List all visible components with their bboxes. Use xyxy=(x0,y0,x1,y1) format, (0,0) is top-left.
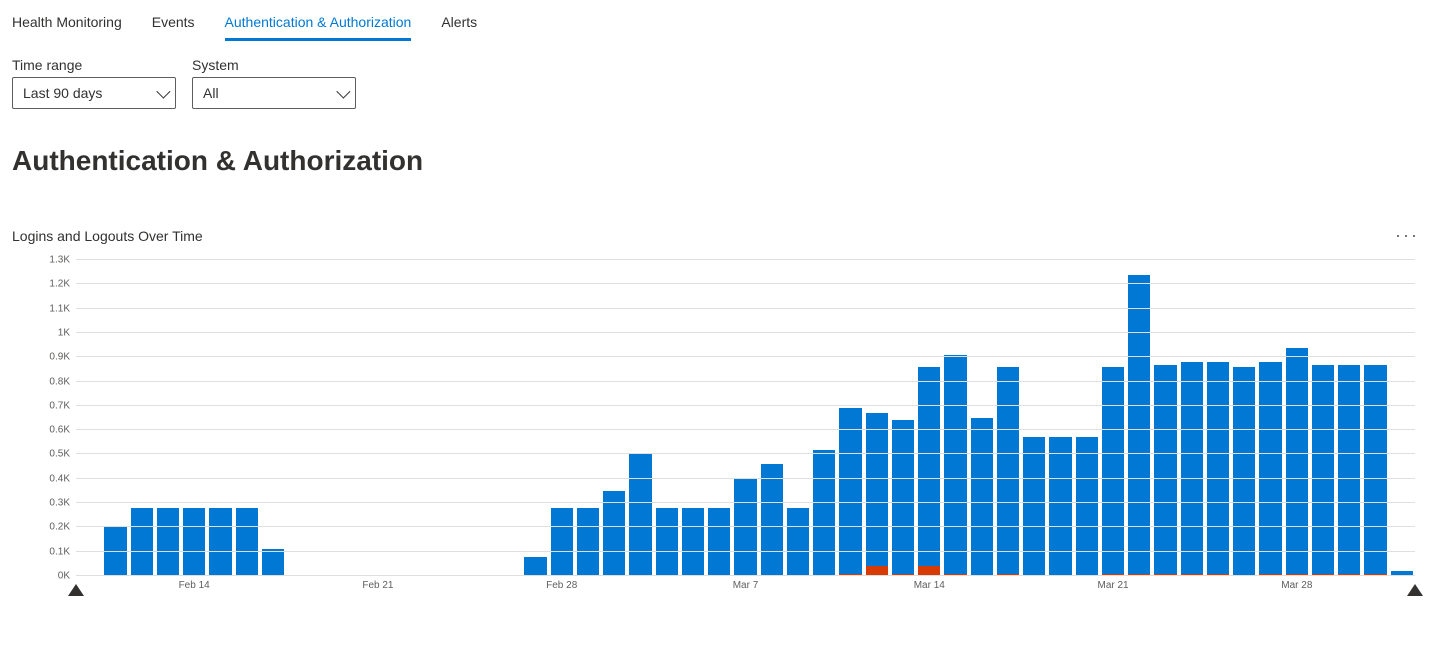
gridline: 1.2K xyxy=(76,283,1415,284)
system-filter: System All xyxy=(192,57,356,109)
chart-header: Logins and Logouts Over Time ··· xyxy=(12,225,1425,246)
tab-health-monitoring[interactable]: Health Monitoring xyxy=(12,10,122,41)
chevron-down-icon xyxy=(336,85,350,99)
y-tick-label: 0.6K xyxy=(49,425,70,436)
bar-segment-primary xyxy=(524,557,546,576)
gridline: 0K xyxy=(76,575,1415,576)
gridline: 1.1K xyxy=(76,308,1415,309)
bar-segment-primary xyxy=(708,508,730,576)
bar-segment-primary xyxy=(656,508,678,576)
bar-segment-primary xyxy=(997,367,1019,574)
x-tick-label: Feb 14 xyxy=(179,580,210,591)
chevron-down-icon xyxy=(156,85,170,99)
bar-segment-primary xyxy=(1128,275,1150,574)
plot-area: Feb 14Feb 21Feb 28Mar 7Mar 14Mar 21Mar 2… xyxy=(76,260,1415,576)
range-handle-right[interactable] xyxy=(1407,584,1423,596)
gridline: 0.6K xyxy=(76,429,1415,430)
bar-segment-primary xyxy=(1207,362,1229,573)
y-tick-label: 1.1K xyxy=(49,303,70,314)
x-tick-label: Mar 14 xyxy=(914,580,945,591)
bar-segment-primary xyxy=(157,508,179,576)
gridline: 0.9K xyxy=(76,356,1415,357)
bar-segment-primary xyxy=(236,508,258,576)
bar-segment-primary xyxy=(787,508,809,576)
bar-segment-primary xyxy=(971,418,993,576)
bar-segment-primary xyxy=(1338,365,1360,574)
bar-segment-primary xyxy=(866,413,888,566)
tab-bar: Health Monitoring Events Authentication … xyxy=(12,10,1425,41)
bar-segment-primary xyxy=(131,508,153,576)
gridline: 0.5K xyxy=(76,453,1415,454)
more-icon[interactable]: ··· xyxy=(1389,225,1425,246)
y-tick-label: 0.5K xyxy=(49,449,70,460)
tab-auth[interactable]: Authentication & Authorization xyxy=(225,10,412,41)
bar-segment-primary xyxy=(577,508,599,576)
bar-segment-primary xyxy=(1102,367,1124,574)
y-tick-label: 1K xyxy=(58,327,70,338)
bar-segment-primary xyxy=(183,508,205,576)
x-tick-label: Mar 28 xyxy=(1281,580,1312,591)
gridline: 1.3K xyxy=(76,259,1415,260)
bar-segment-primary xyxy=(1049,437,1071,576)
gridline: 0.1K xyxy=(76,551,1415,552)
bar-segment-primary xyxy=(551,508,573,576)
bar-segment-primary xyxy=(1076,437,1098,576)
bar-segment-primary xyxy=(1364,365,1386,574)
bar-segment-primary xyxy=(839,408,861,573)
y-tick-label: 0.1K xyxy=(49,546,70,557)
y-tick-label: 1.3K xyxy=(49,255,70,266)
bar-segment-primary xyxy=(1259,362,1281,573)
y-tick-label: 0K xyxy=(58,571,70,582)
x-tick-label: Feb 28 xyxy=(546,580,577,591)
bar-segment-primary xyxy=(262,549,284,576)
bar-segment-primary xyxy=(1233,367,1255,576)
bar-segment-primary xyxy=(1154,365,1176,574)
gridline: 0.2K xyxy=(76,526,1415,527)
x-tick-label: Mar 21 xyxy=(1098,580,1129,591)
bar-segment-primary xyxy=(1312,365,1334,574)
system-dropdown[interactable]: All xyxy=(192,77,356,109)
bar-segment-primary xyxy=(761,464,783,576)
bar-segment-primary xyxy=(603,491,625,576)
filter-bar: Time range Last 90 days System All xyxy=(12,57,1425,109)
bar-segment-primary xyxy=(682,508,704,576)
bar-segment-primary xyxy=(1181,362,1203,573)
y-tick-label: 1.2K xyxy=(49,279,70,290)
time-range-value: Last 90 days xyxy=(23,85,102,101)
bar-segment-primary xyxy=(629,454,651,576)
gridline: 0.7K xyxy=(76,405,1415,406)
bar-segment-primary xyxy=(734,479,756,576)
gridline: 0.8K xyxy=(76,381,1415,382)
time-range-filter: Time range Last 90 days xyxy=(12,57,176,109)
x-axis: Feb 14 Feb 21 Feb 28 Mar 7 Mar 14 Mar 21 Mar 2… xyxy=(76,580,1415,594)
time-range-label: Time range xyxy=(12,57,176,73)
bar-segment-primary xyxy=(209,508,231,576)
chart: Feb 14 Feb 21 Feb 28 Mar 7 Mar 14 Mar 21 Mar 2… xyxy=(12,260,1425,600)
y-tick-label: 0.2K xyxy=(49,522,70,533)
time-range-dropdown[interactable]: Last 90 days xyxy=(12,77,176,109)
x-tick-label: Feb 21 xyxy=(362,580,393,591)
y-tick-label: 0.7K xyxy=(49,400,70,411)
gridline: 0.3K xyxy=(76,502,1415,503)
tab-events[interactable]: Events xyxy=(152,10,195,41)
system-label: System xyxy=(192,57,356,73)
tab-alerts[interactable]: Alerts xyxy=(441,10,477,41)
bar-segment-primary xyxy=(944,355,966,574)
bar-segment-primary xyxy=(1023,437,1045,576)
y-tick-label: 0.3K xyxy=(49,498,70,509)
chart-title: Logins and Logouts Over Time xyxy=(12,228,203,244)
bar-segment-primary xyxy=(918,367,940,566)
bar-segment-primary xyxy=(813,450,835,576)
gridline: 1K xyxy=(76,332,1415,333)
gridline: 0.4K xyxy=(76,478,1415,479)
range-handle-left[interactable] xyxy=(68,584,84,596)
x-tick-label: Mar 7 xyxy=(733,580,759,591)
page-title: Authentication & Authorization xyxy=(12,145,1425,177)
y-tick-label: 0.8K xyxy=(49,376,70,387)
y-tick-label: 0.4K xyxy=(49,473,70,484)
system-value: All xyxy=(203,85,219,101)
y-tick-label: 0.9K xyxy=(49,352,70,363)
